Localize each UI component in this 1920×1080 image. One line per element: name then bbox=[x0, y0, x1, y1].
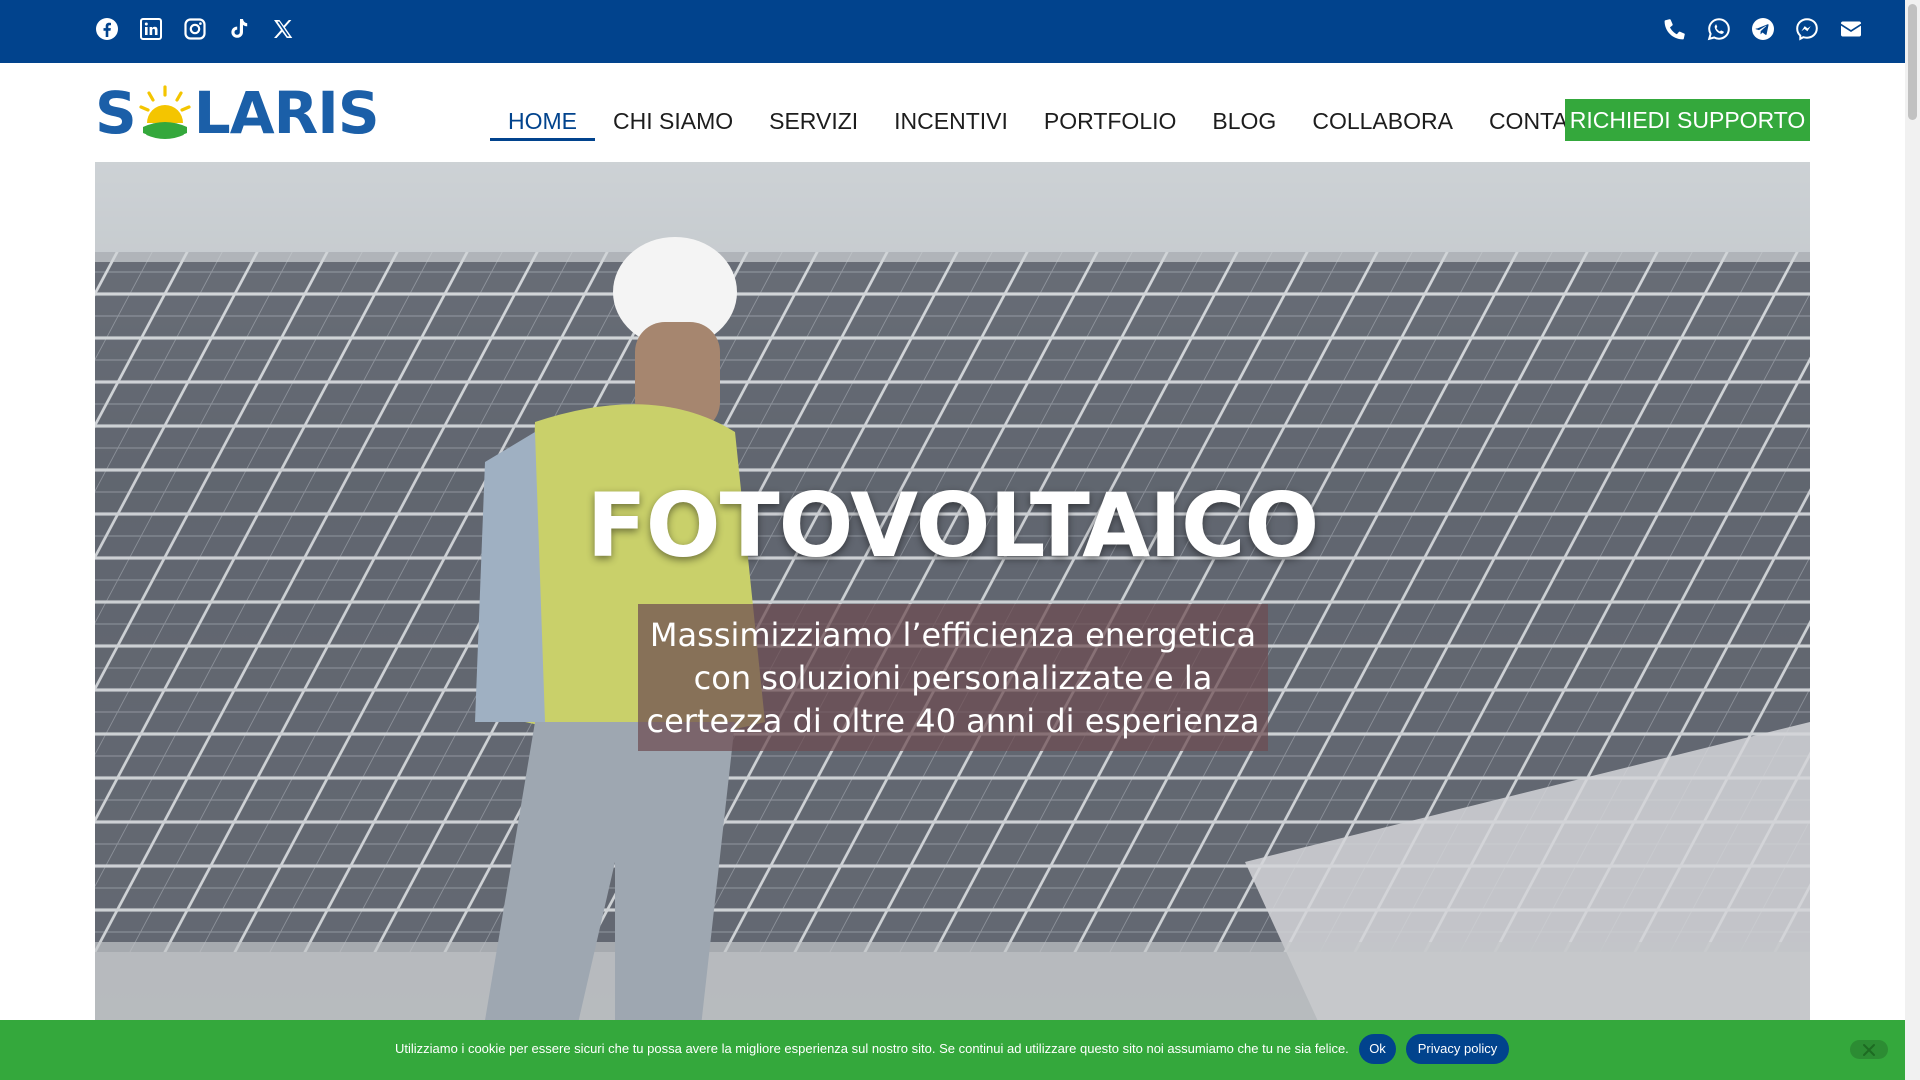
facebook-icon[interactable] bbox=[95, 16, 119, 42]
messenger-icon[interactable] bbox=[1795, 16, 1819, 42]
logo-letters-laris: LARIS bbox=[193, 79, 380, 147]
linkedin-icon[interactable] bbox=[139, 16, 163, 42]
whatsapp-icon[interactable] bbox=[1707, 16, 1731, 42]
cookie-text: Utilizziamo i cookie per essere sicuri c… bbox=[395, 1041, 1349, 1056]
nav-item-chi-siamo[interactable]: CHI SIAMO bbox=[595, 99, 751, 141]
hero-subtitle: Massimizziamo l’efficienza energetica co… bbox=[638, 604, 1268, 751]
hero-subtitle-line: con soluzioni personalizzate e la bbox=[693, 659, 1213, 697]
logo[interactable]: S LARIS bbox=[95, 79, 380, 147]
nav-item-incentivi[interactable]: INCENTIVI bbox=[876, 99, 1026, 141]
instagram-icon[interactable] bbox=[183, 16, 207, 42]
hero-title: FOTOVOLTAICO bbox=[586, 474, 1320, 577]
contact-links bbox=[1663, 16, 1863, 42]
request-support-button[interactable]: RICHIEDI SUPPORTO bbox=[1565, 99, 1810, 141]
cookie-close-button[interactable] bbox=[1850, 1040, 1888, 1059]
nav-item-blog[interactable]: BLOG bbox=[1194, 99, 1294, 141]
x-icon[interactable] bbox=[271, 16, 295, 42]
hero-banner: FOTOVOLTAICO Massimizziamo l’efficienza … bbox=[95, 162, 1810, 1080]
telegram-icon[interactable] bbox=[1751, 16, 1775, 42]
cookie-ok-button[interactable]: Ok bbox=[1359, 1034, 1396, 1064]
hero-subtitle-line: certezza di oltre 40 anni di esperienza bbox=[646, 702, 1260, 740]
scrollbar-thumb[interactable] bbox=[1908, 4, 1917, 120]
page-scrollbar[interactable] bbox=[1905, 0, 1920, 1080]
close-icon bbox=[1863, 1043, 1875, 1056]
email-icon[interactable] bbox=[1839, 16, 1863, 42]
social-links bbox=[95, 16, 295, 42]
logo-wordmark: S LARIS bbox=[95, 79, 380, 147]
tiktok-icon[interactable] bbox=[227, 16, 251, 42]
site-header: S LARIS HOME CHI SIAMO SERVIZI INCENTIVI… bbox=[0, 63, 1905, 162]
cookie-banner: Utilizziamo i cookie per essere sicuri c… bbox=[0, 1020, 1905, 1080]
main-nav: HOME CHI SIAMO SERVIZI INCENTIVI PORTFOL… bbox=[490, 99, 1619, 141]
phone-icon[interactable] bbox=[1663, 16, 1687, 42]
nav-item-home[interactable]: HOME bbox=[490, 99, 595, 141]
logo-letter-s: S bbox=[95, 79, 137, 147]
nav-item-servizi[interactable]: SERVIZI bbox=[751, 99, 876, 141]
nav-item-portfolio[interactable]: PORTFOLIO bbox=[1026, 99, 1195, 141]
nav-item-collabora[interactable]: COLLABORA bbox=[1294, 99, 1471, 141]
sun-icon bbox=[139, 85, 191, 139]
hero-subtitle-line: Massimizziamo l’efficienza energetica bbox=[649, 616, 1257, 654]
top-bar bbox=[0, 0, 1905, 63]
privacy-policy-button[interactable]: Privacy policy bbox=[1406, 1034, 1509, 1064]
